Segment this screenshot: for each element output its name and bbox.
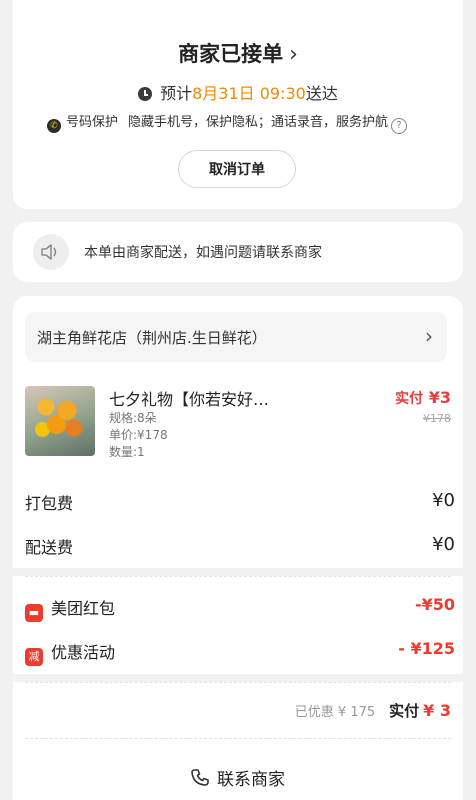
delivery-eta: 预计8月31日 09:30送达 [13,80,463,104]
product-quantity: 数量:1 [109,445,145,459]
discount-value: -¥50 [414,595,455,614]
status-title-text: 商家已接单 [178,42,284,66]
eta-prefix: 预计 [160,84,193,103]
speaker-icon [33,234,69,270]
original-price: ¥178 [423,412,451,425]
delivery-notice-card: 本单由商家配送，如遇问题请联系商家 [13,222,463,282]
product-unit-price: 单价:¥178 [109,428,168,442]
protect-desc: 隐藏手机号，保护隐私；通话录音，服务护航 [128,115,389,130]
paid-label: 实付 [395,391,424,407]
protect-label: 号码保护 [66,115,119,130]
discount-icon: 减 [25,648,43,666]
phone-icon: ✆ [47,119,61,133]
order-summary: 已优惠 ¥ 175 实付 ¥ 3 [295,700,451,721]
phone-icon [191,768,209,786]
contact-merchant-button[interactable]: 联系商家 [13,754,463,800]
order-status-title[interactable]: 商家已接单 › [13,38,463,68]
eta-time: 8月31日 09:30 [192,84,306,103]
divider [25,682,451,683]
discount-value: - ¥125 [398,639,455,658]
shop-name: 湖主角鲜花店（荆州店.生日鲜花） [37,329,267,347]
packing-fee-row: 打包费 ¥0 [25,490,455,514]
eta-suffix: 送达 [305,84,338,103]
chevron-right-icon: › [425,324,433,348]
product-paid: 实付 ¥3 [395,388,451,408]
section-gap [13,674,463,682]
summary-paid-label: 实付 [389,702,420,720]
discount-label: 优惠活动 [51,643,116,662]
number-protection-row: ✆ 号码保护 隐藏手机号，保护隐私；通话录音，服务护航? [47,111,408,134]
fee-value: ¥0 [432,534,455,555]
order-status-card: 商家已接单 › 预计8月31日 09:30送达 ✆ 号码保护 隐藏手机号，保护隐私；通… [13,0,463,209]
red-packet-icon: ▬ [25,604,43,622]
order-detail-card: 湖主角鲜花店（荆州店.生日鲜花） › 七夕礼物【你若安好… 规格:8朵 单价:¥… [13,296,463,800]
summary-paid-amount: ¥ 3 [423,701,451,720]
product-image[interactable] [25,386,95,456]
shop-row[interactable]: 湖主角鲜花店（荆州店.生日鲜花） › [25,312,447,362]
help-icon[interactable]: ? [391,118,408,134]
discount-row-red-packet: ▬ 美团红包 -¥50 [25,595,455,622]
fee-value: ¥0 [432,490,455,511]
paid-amount: ¥3 [428,388,451,407]
delivery-fee-row: 配送费 ¥0 [25,534,455,558]
fee-label: 配送费 [25,538,74,557]
product-title[interactable]: 七夕礼物【你若安好… [109,386,269,410]
saved-amount: 已优惠 ¥ 175 [294,705,376,720]
contact-label: 联系商家 [217,769,285,790]
discount-label: 美团红包 [51,599,116,618]
product-spec: 规格:8朵 [109,411,157,425]
clock-icon [138,87,153,101]
divider [25,738,451,739]
notice-text: 本单由商家配送，如遇问题请联系商家 [84,245,322,261]
section-gap [13,568,463,576]
divider [25,576,451,577]
cancel-order-button[interactable]: 取消订单 [178,150,296,188]
fee-label: 打包费 [25,494,74,513]
chevron-right-icon: › [289,42,298,67]
discount-row-promotion: 减优惠活动 - ¥125 [25,639,455,666]
